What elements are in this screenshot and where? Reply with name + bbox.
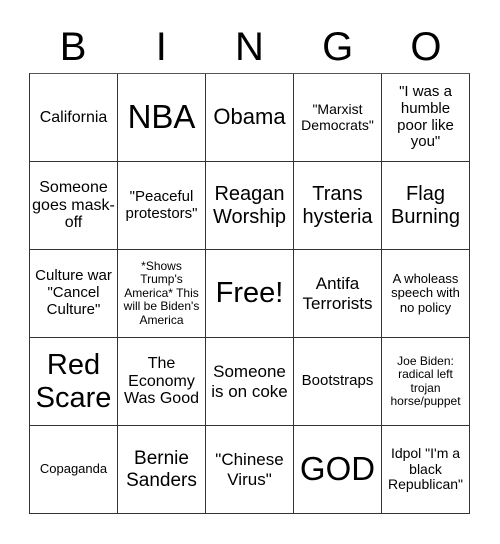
bingo-cell[interactable]: "Marxist Democrats" <box>294 74 382 162</box>
header-letter-g: G <box>322 25 354 69</box>
bingo-cell[interactable]: Idpol "I'm a black Republican" <box>382 426 470 514</box>
bingo-header: B I N G O <box>29 24 470 70</box>
bingo-cell[interactable]: Someone is on coke <box>206 338 294 426</box>
bingo-cell[interactable]: Red Scare <box>30 338 118 426</box>
bingo-cell[interactable]: Reagan Worship <box>206 162 294 250</box>
header-letter-b: B <box>59 25 87 69</box>
free-space-cell[interactable]: Free! <box>206 250 294 338</box>
bingo-cell[interactable]: California <box>30 74 118 162</box>
header-letter-i: I <box>155 25 167 69</box>
bingo-cell[interactable]: "Chinese Virus" <box>206 426 294 514</box>
bingo-cell[interactable]: Bootstraps <box>294 338 382 426</box>
bingo-cell[interactable]: The Economy Was Good <box>118 338 206 426</box>
bingo-cell[interactable]: GOD <box>294 426 382 514</box>
bingo-cell[interactable]: Trans hysteria <box>294 162 382 250</box>
bingo-cell[interactable]: "Peaceful protestors" <box>118 162 206 250</box>
bingo-card-grid: California NBA Obama "Marxist Democrats"… <box>29 73 470 514</box>
bingo-cell[interactable]: Antifa Terrorists <box>294 250 382 338</box>
bingo-cell[interactable]: Joe Biden: radical left trojan horse/pup… <box>382 338 470 426</box>
bingo-cell[interactable]: *Shows Trump's America* This will be Bid… <box>118 250 206 338</box>
bingo-cell[interactable]: Bernie Sanders <box>118 426 206 514</box>
bingo-cell[interactable]: Flag Burning <box>382 162 470 250</box>
bingo-cell[interactable]: Someone goes mask-off <box>30 162 118 250</box>
bingo-cell[interactable]: Copaganda <box>30 426 118 514</box>
bingo-cell[interactable]: Culture war "Cancel Culture" <box>30 250 118 338</box>
header-letter-o: O <box>410 25 442 69</box>
bingo-cell[interactable]: Obama <box>206 74 294 162</box>
bingo-cell[interactable]: "I was a humble poor like you" <box>382 74 470 162</box>
header-letter-n: N <box>235 25 264 69</box>
bingo-cell[interactable]: NBA <box>118 74 206 162</box>
bingo-cell[interactable]: A wholeass speech with no policy <box>382 250 470 338</box>
